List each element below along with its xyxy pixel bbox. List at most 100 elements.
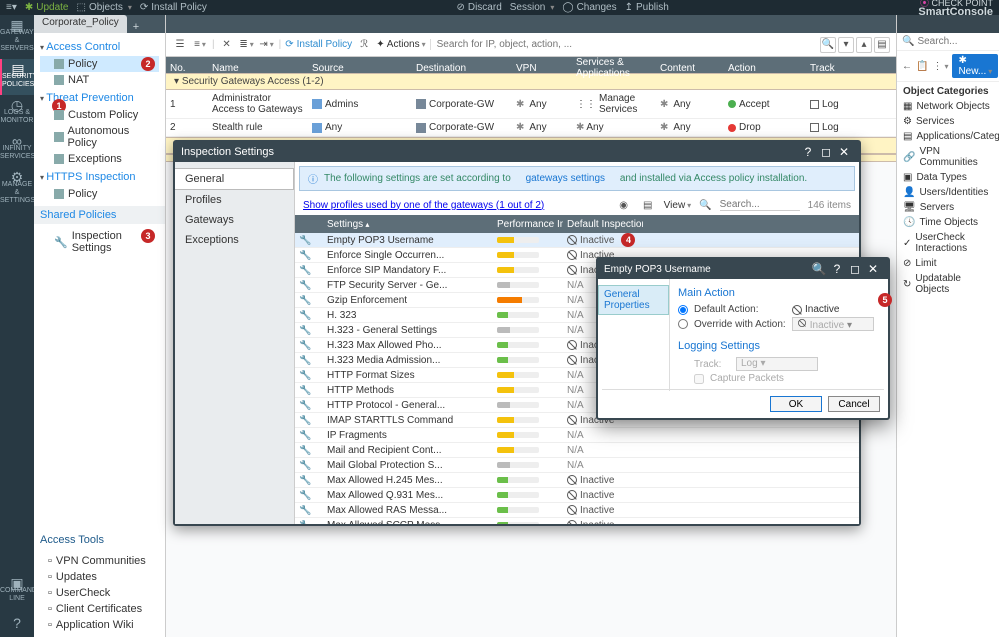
pop-popout-icon[interactable]: ◻ [846, 262, 864, 276]
view-filter-icon[interactable]: ▤ [640, 197, 656, 213]
rail-lm[interactable]: ◷LOGS &MONITOR [0, 95, 34, 131]
rules-col[interactable]: Action [724, 63, 806, 74]
nav-item-policy[interactable]: Policy [40, 186, 159, 202]
setting-row[interactable]: 🔧Mail and Recipient Cont...N/A [295, 443, 859, 458]
setting-row[interactable]: 🔧Max Allowed Q.931 Mes...Inactive [295, 488, 859, 503]
changes-button[interactable]: ◯ Changes [562, 2, 616, 13]
tool-row-icon[interactable]: ≡ [192, 37, 208, 53]
rules-col[interactable]: No. [166, 63, 208, 74]
general-properties-tab[interactable]: General Properties [598, 285, 669, 315]
dialog-close-icon[interactable]: ✕ [835, 145, 853, 159]
rules-col[interactable]: Name [208, 63, 308, 74]
discard-button[interactable]: ⊘ Discard [456, 2, 501, 13]
rules-col[interactable]: Track [806, 63, 876, 74]
main-search-input[interactable] [437, 39, 816, 50]
rules-col[interactable]: Content [656, 63, 724, 74]
dlg-tab-profiles[interactable]: Profiles [175, 190, 294, 210]
rail-is[interactable]: ∞INFINITYSERVICES [0, 131, 34, 167]
col-definsp[interactable]: Default Inspection [563, 219, 643, 230]
rp-sort-icon[interactable]: ⋮ [932, 58, 948, 74]
cancel-button[interactable]: Cancel [828, 396, 880, 412]
default-action-radio[interactable] [678, 305, 688, 315]
nav-item-nat[interactable]: NAT [40, 72, 159, 88]
nav-section-https-inspection[interactable]: HTTPS Inspection [40, 171, 159, 183]
obj-cat-limit[interactable]: ⊘Limit [897, 256, 999, 271]
gateways-settings-link[interactable]: gateways settings [526, 173, 606, 184]
nav-item-autonomous-policy[interactable]: Autonomous Policy [40, 123, 159, 151]
pop-close-icon[interactable]: ✕ [864, 262, 882, 276]
tool-item-usercheck[interactable]: ▫UserCheck [40, 585, 159, 601]
tool-item-vpn-communities[interactable]: ▫VPN Communities [40, 553, 159, 569]
view-eye-icon[interactable]: ◉ [616, 197, 632, 213]
show-profiles-link[interactable]: Show profiles used by one of the gateway… [303, 200, 544, 211]
obj-cat-services[interactable]: ⚙Services [897, 114, 999, 129]
tool-script-icon[interactable]: ℛ [356, 37, 372, 53]
rail-gw[interactable]: ▦GATEWAYS& SERVERS [0, 15, 34, 59]
obj-cat-network-objects[interactable]: ▦Network Objects [897, 99, 999, 114]
update-button[interactable]: ✱ Update [25, 2, 69, 13]
rules-col[interactable]: Destination [412, 63, 512, 74]
setting-row[interactable]: 🔧IP FragmentsN/A [295, 428, 859, 443]
filter-icon[interactable]: ▤ [874, 37, 890, 53]
sort-down-icon[interactable]: ▾ [838, 37, 854, 53]
tool-item-updates[interactable]: ▫Updates [40, 569, 159, 585]
search-go-icon[interactable]: 🔍 [820, 37, 836, 53]
override-action-radio[interactable] [678, 319, 688, 329]
publish-button[interactable]: ↥ Publish [625, 2, 669, 13]
dialog-help-icon[interactable]: ? [799, 145, 817, 159]
nav-item-policy[interactable]: Policy2 [40, 56, 159, 72]
rp-paste-icon[interactable]: 📋 [916, 58, 928, 74]
obj-cat-applications-categories[interactable]: ▤Applications/Categories [897, 129, 999, 144]
new-object-button[interactable]: ✱ New... [952, 54, 998, 78]
install-policy-top[interactable]: ⟳ Install Policy [140, 2, 207, 13]
override-action-select[interactable]: Inactive ▾ [792, 317, 874, 331]
rail-cl[interactable]: ▣COMMANDLINE [0, 573, 34, 609]
dialog-popout-icon[interactable]: ◻ [817, 145, 835, 159]
actions-menu[interactable]: ✦ Actions [376, 39, 425, 50]
tool-item-client-certificates[interactable]: ▫Client Certificates [40, 601, 159, 617]
setting-row[interactable]: 🔧Max Allowed SCCP Mess...Inactive [295, 518, 859, 524]
rule-row[interactable]: 1Administrator Access to GatewaysAdminsC… [166, 90, 896, 119]
shared-item-inspection-settings[interactable]: 🔧Inspection Settings3 [40, 228, 159, 256]
menu-icon[interactable]: ≡▾ [6, 2, 17, 13]
session-menu[interactable]: Session [510, 2, 555, 13]
col-settings[interactable]: Settings [323, 219, 493, 230]
obj-cat-data-types[interactable]: ▣Data Types [897, 170, 999, 185]
add-tab[interactable]: + [127, 21, 145, 33]
obj-cat-users-identities[interactable]: 👤Users/Identities [897, 185, 999, 200]
sort-up-icon[interactable]: ▴ [856, 37, 872, 53]
tool-close-icon[interactable]: ✕ [219, 37, 235, 53]
install-policy-main[interactable]: ⟳ Install Policy [285, 39, 352, 50]
rail-help-icon[interactable]: ? [7, 609, 27, 637]
dlg-tab-exceptions[interactable]: Exceptions [175, 230, 294, 250]
view-menu[interactable]: View [664, 200, 692, 211]
pop-help-icon[interactable]: ? [828, 262, 846, 276]
tool-collapse-icon[interactable]: ≣ [239, 37, 255, 53]
rules-col[interactable]: Services & Applications [572, 57, 656, 79]
obj-cat-vpn-communities[interactable]: 🔗VPN Communities [897, 144, 999, 170]
setting-row[interactable]: 🔧Mail Global Protection S...N/A [295, 458, 859, 473]
pop-search-icon[interactable]: 🔍 [810, 262, 828, 276]
rail-ms[interactable]: ⚙MANAGE &SETTINGS [0, 167, 34, 211]
obj-cat-servers[interactable]: 🖥Servers [897, 200, 999, 215]
rule-row[interactable]: 2Stealth ruleAnyCorporate-GWAnyAnyAny Dr… [166, 119, 896, 137]
col-perf[interactable]: Performance Impact [493, 219, 563, 230]
policy-tab[interactable]: Corporate_Policy [34, 15, 127, 33]
right-search-input[interactable] [917, 36, 999, 47]
tool-item-application-wiki[interactable]: ▫Application Wiki [40, 617, 159, 633]
setting-row[interactable]: 🔧Max Allowed RAS Messa...Inactive [295, 503, 859, 518]
objects-menu[interactable]: ⬚ Objects [77, 2, 132, 13]
rules-col[interactable]: VPN [512, 63, 572, 74]
setting-row[interactable]: 🔧Max Allowed H.245 Mes...Inactive [295, 473, 859, 488]
rp-back-icon[interactable]: ← [902, 58, 912, 74]
obj-cat-usercheck-interactions[interactable]: ✓UserCheck Interactions [897, 230, 999, 256]
nav-item-exceptions[interactable]: Exceptions [40, 151, 159, 167]
settings-search-input[interactable] [720, 199, 800, 211]
tool-indent-icon[interactable]: ⇥ [259, 37, 275, 53]
obj-cat-updatable-objects[interactable]: ↻Updatable Objects [897, 271, 999, 297]
setting-row[interactable]: 🔧Empty POP3 UsernameInactive4 [295, 233, 859, 248]
ok-button[interactable]: OK [770, 396, 822, 412]
dlg-tab-general[interactable]: General [175, 168, 294, 190]
nav-section-access-control[interactable]: Access Control [40, 41, 159, 53]
tool-list-icon[interactable]: ☰ [172, 37, 188, 53]
